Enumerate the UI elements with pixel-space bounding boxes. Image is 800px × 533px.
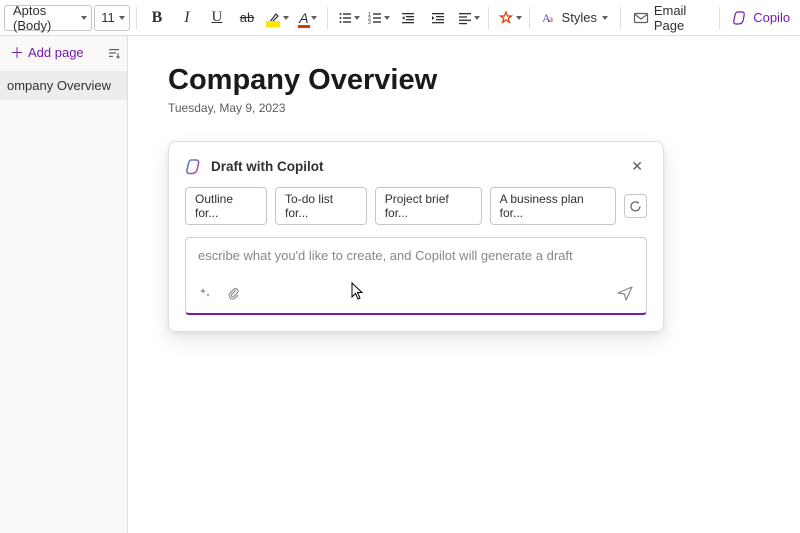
chevron-down-icon [81,16,87,20]
sidebar-item-company-overview[interactable]: ompany Overview [0,71,127,100]
copilot-suggestions-row: Outline for... To-do list for... Project… [185,187,647,225]
copilot-prompt-placeholder: escribe what you'd like to create, and C… [198,248,634,266]
formatting-toolbar: Aptos (Body) 11 B I U ab A 123 [0,0,800,36]
copilot-toolbar-label: Copilo [753,10,790,25]
suggestion-project-brief[interactable]: Project brief for... [375,187,482,225]
page-content: Company Overview Tuesday, May 9, 2023 Dr… [128,36,800,533]
align-button[interactable] [454,4,482,32]
add-page-label: Add page [28,45,84,60]
refresh-suggestions-button[interactable] [624,194,647,218]
numbering-button[interactable]: 123 [364,4,392,32]
suggestion-business-plan[interactable]: A business plan for... [490,187,616,225]
close-button[interactable]: ✕ [627,156,647,177]
styles-icon: Aa [542,10,557,25]
suggestion-todo[interactable]: To-do list for... [275,187,367,225]
divider [488,7,489,29]
copilot-card-title: Draft with Copilot [211,159,619,174]
sidebar-item-label: ompany Overview [7,78,111,93]
chevron-down-icon [516,16,522,20]
envelope-icon [633,10,649,26]
font-family-select[interactable]: Aptos (Body) [4,5,92,31]
paperclip-icon [226,288,240,303]
bullets-button[interactable] [334,4,362,32]
chevron-down-icon [602,16,608,20]
plus-icon: ＋ [10,46,24,60]
highlight-color-button[interactable] [263,4,291,32]
send-button[interactable] [616,284,634,305]
styles-label: Styles [562,10,597,25]
copilot-icon [732,10,748,26]
chevron-down-icon [119,16,125,20]
indent-icon [431,11,445,25]
send-icon [616,290,634,305]
copilot-draft-card: Draft with Copilot ✕ Outline for... To-d… [168,141,664,332]
close-icon: ✕ [631,158,643,174]
chevron-down-icon [384,16,390,20]
suggestion-outline[interactable]: Outline for... [185,187,267,225]
tag-star-icon [498,10,514,26]
underline-button[interactable]: U [203,4,231,32]
numbering-icon: 123 [368,11,382,25]
divider [620,7,621,29]
page-date[interactable]: Tuesday, May 9, 2023 [168,101,776,115]
copilot-toolbar-button[interactable]: Copilo [726,4,796,32]
italic-button[interactable]: I [173,4,201,32]
attach-button[interactable] [226,286,240,303]
font-size-value: 11 [101,10,115,25]
email-page-label: Email Page [654,3,708,33]
sparkle-button[interactable] [198,286,212,303]
align-icon [458,11,472,25]
email-page-button[interactable]: Email Page [627,4,714,32]
chevron-down-icon [354,16,360,20]
outdent-icon [401,11,415,25]
copilot-icon [185,158,203,176]
page-sidebar: ＋ Add page ompany Overview [0,36,128,533]
divider [719,7,720,29]
page-list: ompany Overview [0,69,127,100]
divider [327,7,328,29]
chevron-down-icon [283,16,289,20]
page-title[interactable]: Company Overview [168,64,776,97]
cursor-icon [351,282,367,305]
font-color-letter: A [299,10,308,26]
divider [136,7,137,29]
bullets-icon [338,11,352,25]
font-size-select[interactable]: 11 [94,5,130,31]
refresh-icon [629,200,642,213]
strikethrough-button[interactable]: ab [233,4,261,32]
bold-button[interactable]: B [143,4,171,32]
divider [529,7,530,29]
styles-button[interactable]: Aa Styles [536,4,614,32]
outdent-button[interactable] [394,4,422,32]
copilot-prompt-input[interactable]: escribe what you'd like to create, and C… [185,237,647,315]
indent-button[interactable] [424,4,452,32]
add-page-button[interactable]: ＋ Add page [6,42,88,63]
sparkle-icon [198,288,212,303]
svg-text:a: a [549,14,553,24]
tags-button[interactable] [495,4,523,32]
svg-text:3: 3 [368,20,371,25]
chevron-down-icon [474,16,480,20]
font-color-button[interactable]: A [293,4,321,32]
sort-icon[interactable] [107,46,121,60]
font-family-value: Aptos (Body) [13,3,75,33]
chevron-down-icon [311,16,317,20]
